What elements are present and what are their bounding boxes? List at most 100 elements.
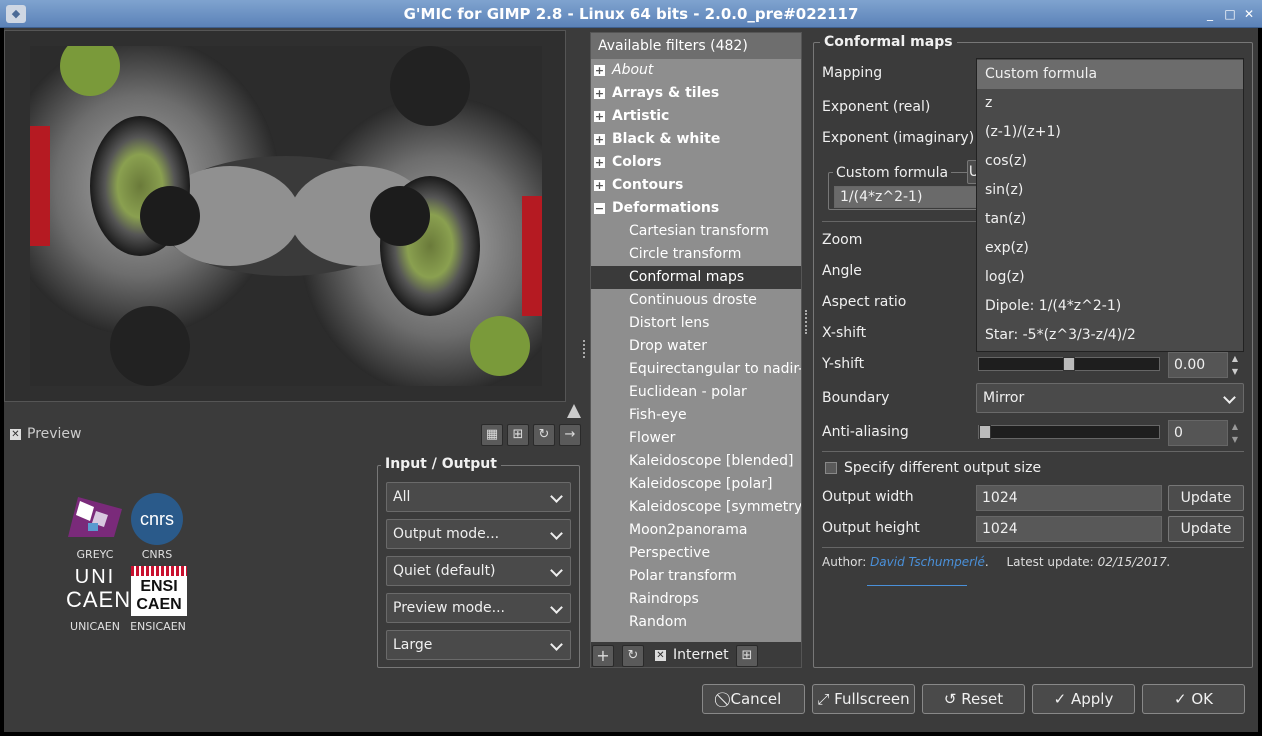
mapping-option[interactable]: log(z) (977, 263, 1243, 292)
author-link[interactable]: David Tschumperlé (870, 555, 985, 569)
filter-item[interactable]: Fish-eye (591, 404, 801, 427)
mapping-option[interactable]: tan(z) (977, 205, 1243, 234)
category-artistic[interactable]: + Artistic (591, 105, 801, 128)
zoom-in-button[interactable]: ⊞ (507, 424, 529, 446)
category-about[interactable]: + About (591, 59, 801, 82)
mapping-option[interactable]: Star: -5*(z^3/3-z/4)/2 (977, 321, 1243, 350)
ok-button[interactable]: ✓ OK (1142, 684, 1245, 714)
preview-render (30, 46, 542, 386)
filter-item[interactable]: Distort lens (591, 312, 801, 335)
preview-mode-value: Preview mode... (393, 600, 505, 616)
preview-checkbox[interactable]: ✕ (10, 429, 21, 440)
anti-aliasing-slider-handle[interactable] (979, 425, 991, 439)
category-deformations[interactable]: − Deformations (591, 197, 801, 220)
preview-image[interactable] (30, 46, 542, 386)
internet-settings-button[interactable]: ⊞ (736, 645, 758, 667)
output-mode-combo[interactable]: Output mode... (386, 519, 571, 549)
input-output-title: Input / Output (381, 456, 501, 472)
filter-item[interactable]: Raindrops (591, 588, 801, 611)
ensicaen-logo-bar (131, 566, 187, 576)
fullscreen-icon: ⤢ (817, 690, 830, 708)
category-label: Deformations (612, 200, 720, 216)
filter-item[interactable]: Conformal maps (591, 266, 801, 289)
output-width-input[interactable]: 1024 (976, 485, 1162, 511)
mapping-dropdown-list[interactable]: Custom formula z (z-1)/(z+1) cos(z) sin(z) ta… (976, 58, 1244, 352)
filter-item[interactable]: Drop water (591, 335, 801, 358)
category-colors[interactable]: + Colors (591, 151, 801, 174)
cancel-button[interactable]: ⃠ Cancel (702, 684, 805, 714)
output-width-label: Output width (822, 489, 914, 505)
filter-item[interactable]: Polar transform (591, 565, 801, 588)
filter-item[interactable]: Perspective (591, 542, 801, 565)
filter-item[interactable]: Kaleidoscope [symmetry] (591, 496, 801, 519)
filter-item[interactable]: Circle transform (591, 243, 801, 266)
filter-item[interactable]: Moon2panorama (591, 519, 801, 542)
maximize-icon[interactable]: □ (1222, 6, 1238, 22)
filter-item[interactable]: Equirectangular to nadir- (591, 358, 801, 381)
expand-icon[interactable]: + (594, 180, 605, 191)
boundary-combo[interactable]: Mirror (976, 383, 1244, 413)
zoom-fit-button[interactable]: ▦ (481, 424, 503, 446)
category-contours[interactable]: + Contours (591, 174, 801, 197)
filter-item[interactable]: Euclidean - polar (591, 381, 801, 404)
mapping-option[interactable]: sin(z) (977, 176, 1243, 205)
category-arrays-tiles[interactable]: + Arrays & tiles (591, 82, 801, 105)
close-icon[interactable]: ✕ (1241, 6, 1257, 22)
expand-icon[interactable]: + (594, 65, 605, 76)
mapping-option[interactable]: z (977, 89, 1243, 118)
mapping-option[interactable]: cos(z) (977, 147, 1243, 176)
preview-size-combo[interactable]: Large (386, 630, 571, 660)
anti-aliasing-slider[interactable] (978, 425, 1160, 439)
expand-icon[interactable]: + (594, 134, 605, 145)
refresh-filters-button[interactable]: ↻ (622, 645, 644, 667)
filter-item[interactable]: Continuous droste (591, 289, 801, 312)
minimize-icon[interactable]: _ (1202, 6, 1218, 22)
internet-checkbox[interactable]: ✕ (655, 650, 666, 661)
y-shift-spin-arrows[interactable]: ▲ ▼ (1228, 352, 1242, 378)
y-shift-slider[interactable] (978, 357, 1160, 371)
filter-item[interactable]: Kaleidoscope [polar] (591, 473, 801, 496)
filter-item[interactable]: Flower (591, 427, 801, 450)
refresh-preview-button[interactable]: ↻ (533, 424, 555, 446)
anti-aliasing-spin-arrows[interactable]: ▲ ▼ (1228, 420, 1242, 446)
collapse-icon[interactable]: − (594, 203, 605, 214)
input-layers-value: All (393, 489, 411, 505)
chevron-down-icon (550, 594, 564, 622)
update-width-button[interactable]: Update (1168, 485, 1244, 511)
filter-item[interactable]: Cartesian transform (591, 220, 801, 243)
input-layers-combo[interactable]: All (386, 482, 571, 512)
reset-button[interactable]: ↺ Reset (922, 684, 1025, 714)
title-bar[interactable]: ◆ G'MIC for GIMP 2.8 - Linux 64 bits - 2… (0, 0, 1262, 28)
y-shift-slider-handle[interactable] (1063, 357, 1075, 371)
category-label: Colors (612, 154, 662, 170)
mapping-option[interactable]: Dipole: 1/(4*z^2-1) (977, 292, 1243, 321)
preview-mode-combo[interactable]: Preview mode... (386, 593, 571, 623)
expand-icon[interactable]: + (594, 111, 605, 122)
anti-aliasing-spinbox[interactable]: 0 (1168, 420, 1228, 446)
y-shift-spinbox[interactable]: 0.00 (1168, 352, 1228, 378)
mapping-option[interactable]: (z-1)/(z+1) (977, 118, 1243, 147)
update-height-button[interactable]: Update (1168, 516, 1244, 542)
angle-label: Angle (822, 263, 862, 279)
filter-item[interactable]: Random (591, 611, 801, 634)
fullscreen-button[interactable]: ⤢ Fullscreen (812, 684, 915, 714)
apply-button[interactable]: ✓ Apply (1032, 684, 1135, 714)
preview-forward-button[interactable]: → (559, 424, 581, 446)
preview-label: Preview (27, 426, 82, 442)
category-black-white[interactable]: + Black & white (591, 128, 801, 151)
mapping-option[interactable]: exp(z) (977, 234, 1243, 263)
custom-formula-input[interactable]: 1/(4*z^2-1) (834, 186, 977, 208)
expand-icon[interactable]: + (594, 88, 605, 99)
specify-output-checkbox[interactable] (825, 462, 837, 474)
verbosity-combo[interactable]: Quiet (default) (386, 556, 571, 586)
splitter-handle-right[interactable] (805, 310, 809, 334)
filters-tree[interactable]: Available filters (482) + About + Arrays &… (590, 32, 802, 668)
add-filter-button[interactable]: + (592, 645, 614, 667)
filter-item[interactable]: Kaleidoscope [blended] (591, 450, 801, 473)
cancel-label: Cancel (730, 690, 782, 708)
mapping-option[interactable]: Custom formula (977, 60, 1243, 89)
chevron-down-icon (550, 520, 564, 548)
output-height-input[interactable]: 1024 (976, 516, 1162, 542)
splitter-handle-left[interactable] (583, 340, 587, 358)
expand-icon[interactable]: + (594, 157, 605, 168)
